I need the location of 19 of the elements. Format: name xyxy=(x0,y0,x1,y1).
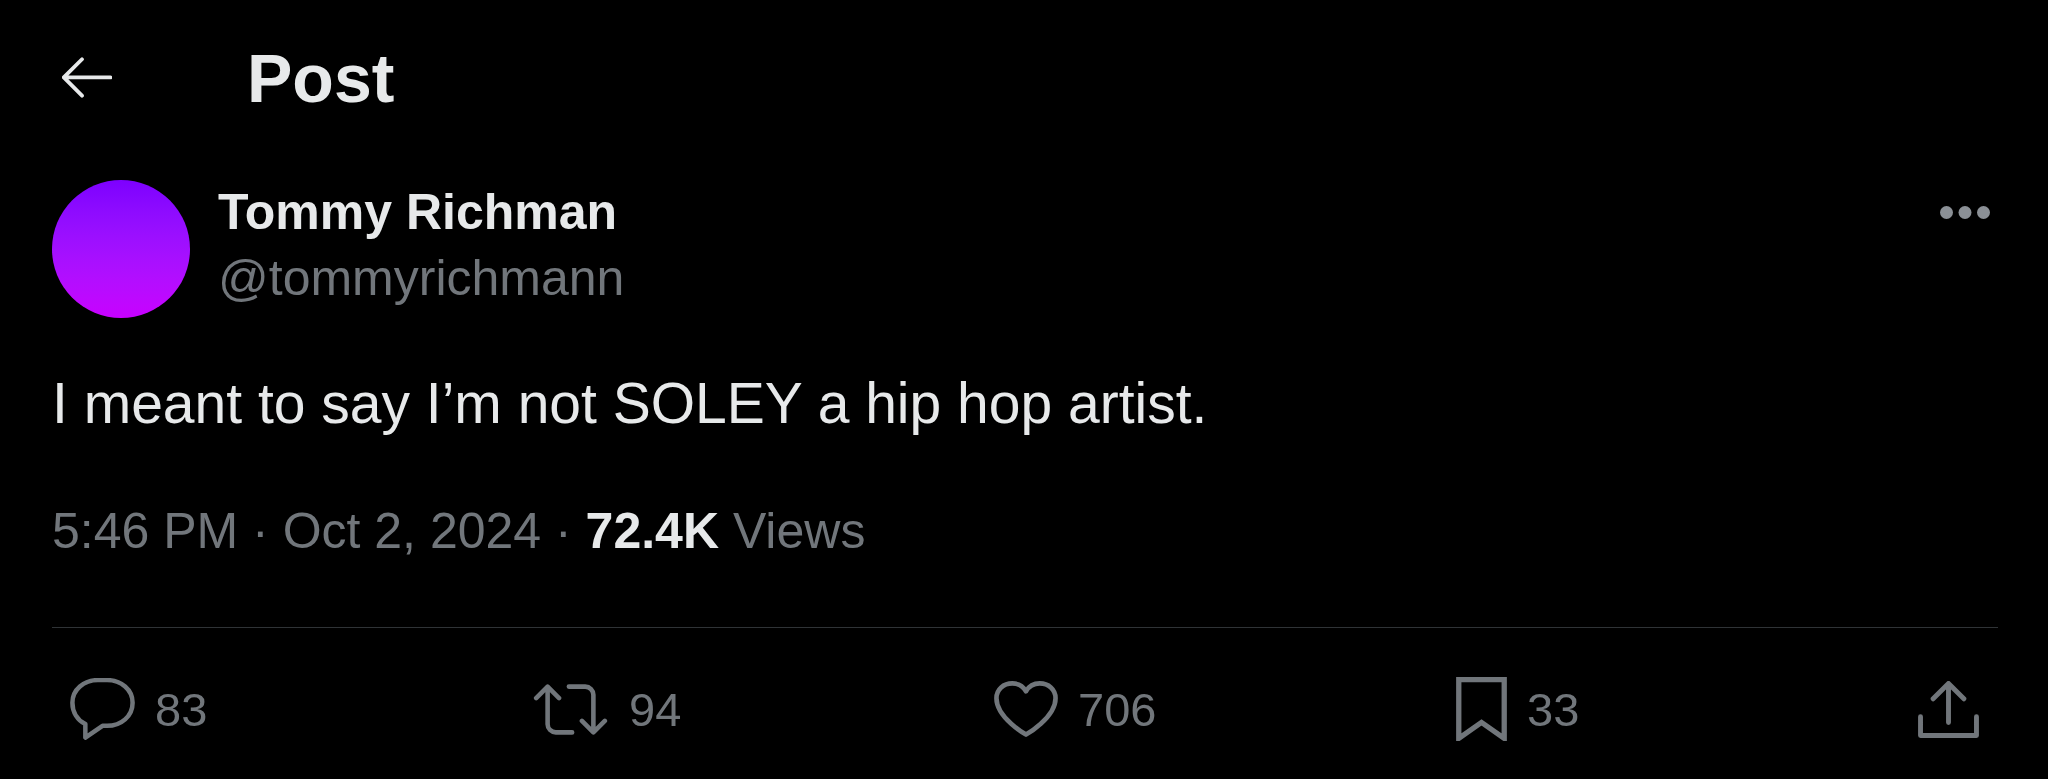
share-button[interactable] xyxy=(1918,680,1979,738)
author-name[interactable]: Tommy Richman xyxy=(218,182,625,242)
author-handle[interactable]: @tommyrichmann xyxy=(218,248,625,308)
like-button[interactable]: 706 xyxy=(994,681,1157,737)
more-options-button[interactable] xyxy=(1940,206,1990,219)
post-timestamp-views: 5:46 PM · Oct 2, 2024 · 72.4K Views xyxy=(52,502,867,561)
repost-button[interactable]: 94 xyxy=(532,683,682,735)
post-text: I meant to say I’m not SOLEY a hip hop artist. xyxy=(52,370,1209,437)
bookmark-button[interactable]: 33 xyxy=(1456,677,1580,741)
back-button[interactable] xyxy=(60,55,114,101)
speech-bubble-icon xyxy=(70,678,135,740)
share-icon xyxy=(1918,680,1979,738)
bookmark-icon xyxy=(1456,677,1507,741)
reply-button[interactable]: 83 xyxy=(70,678,208,740)
page-title: Post xyxy=(247,44,395,112)
repost-arrows-icon xyxy=(532,683,609,735)
more-dots-icon xyxy=(1940,206,1990,219)
back-arrow-icon xyxy=(62,57,112,99)
heart-icon xyxy=(994,681,1058,737)
